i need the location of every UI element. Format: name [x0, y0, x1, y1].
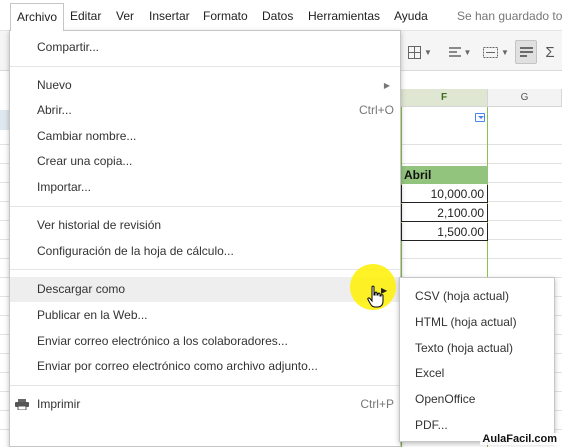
menu-item-enviar-adjunto[interactable]: Enviar por correo electrónico como archi…: [10, 354, 400, 379]
borders-button[interactable]: ▼: [406, 40, 434, 64]
filter-dropdown-icon[interactable]: [475, 113, 485, 122]
menu-item-configuracion[interactable]: Configuración de la hoja de cálculo...: [10, 239, 400, 264]
wrap-text-icon: [519, 46, 533, 57]
align-left-icon: [448, 47, 461, 57]
submenu-item-html[interactable]: HTML (hoja actual): [400, 309, 554, 335]
menu-item-label: Nuevo: [37, 78, 72, 92]
menu-item-shortcut: Ctrl+P: [360, 397, 394, 411]
menu-item-historial[interactable]: Ver historial de revisión: [10, 213, 400, 238]
align-button[interactable]: ▼: [446, 40, 474, 64]
download-as-submenu: CSV (hoja actual) HTML (hoja actual) Tex…: [399, 277, 555, 442]
menu-item-nuevo[interactable]: Nuevo ▶: [10, 73, 400, 98]
cell-value[interactable]: 2,100.00: [401, 204, 488, 222]
menu-separator: [10, 269, 400, 270]
menu-item-publicar[interactable]: Publicar en la Web...: [10, 303, 400, 328]
save-status: Se han guardado to: [457, 9, 562, 23]
submenu-arrow-icon: ▶: [381, 286, 388, 295]
submenu-item-excel[interactable]: Excel: [400, 360, 554, 386]
menu-item-label: Enviar por correo electrónico como archi…: [37, 359, 318, 373]
menu-herramientas[interactable]: Herramientas: [308, 7, 380, 25]
file-menu: Compartir... Nuevo ▶ Abrir... Ctrl+O Cam…: [9, 30, 401, 447]
column-header-f[interactable]: F: [401, 89, 488, 107]
menu-item-cambiar-nombre[interactable]: Cambiar nombre...: [10, 124, 400, 149]
menu-item-label: Crear una copia...: [37, 154, 133, 168]
menu-item-label: Compartir...: [37, 40, 100, 54]
menu-item-importar[interactable]: Importar...: [10, 175, 400, 200]
menu-item-enviar-colaboradores[interactable]: Enviar correo electrónico a los colabora…: [10, 329, 400, 354]
sum-button[interactable]: Σ: [541, 40, 559, 64]
menu-bar: Archivo Editar Ver Insertar Formato Dato…: [0, 0, 562, 31]
menu-item-label: Publicar en la Web...: [37, 308, 148, 322]
menu-item-label: Ver historial de revisión: [37, 218, 162, 232]
wrap-text-button[interactable]: [515, 40, 537, 64]
menu-item-label: Importar...: [37, 180, 92, 194]
menu-item-abrir[interactable]: Abrir... Ctrl+O: [10, 98, 400, 123]
printer-icon: [15, 399, 29, 410]
merge-cells-button[interactable]: ▼: [480, 40, 512, 64]
menu-item-label: Imprimir: [37, 397, 81, 411]
borders-icon: [408, 45, 422, 59]
menu-item-descargar-como[interactable]: Descargar como: [10, 277, 400, 302]
merge-cells-icon: [483, 46, 499, 58]
menu-separator: [10, 385, 400, 386]
column-header-g[interactable]: G: [488, 89, 562, 107]
menu-separator: [10, 66, 400, 67]
submenu-item-csv[interactable]: CSV (hoja actual): [400, 283, 554, 309]
chevron-down-icon: ▼: [501, 47, 509, 57]
menu-item-compartir[interactable]: Compartir...: [10, 35, 400, 60]
menu-formato[interactable]: Formato: [203, 7, 248, 25]
menu-item-label: Descargar como: [37, 282, 126, 296]
chevron-down-icon: ▼: [463, 47, 472, 57]
submenu-item-openoffice[interactable]: OpenOffice: [400, 386, 554, 412]
menu-insertar[interactable]: Insertar: [149, 7, 190, 25]
menu-separator: [10, 206, 400, 207]
menu-ver[interactable]: Ver: [116, 7, 134, 25]
menu-editar[interactable]: Editar: [70, 7, 101, 25]
cell-value[interactable]: 1,500.00: [401, 223, 488, 241]
watermark: AulaFacil.com: [480, 433, 559, 445]
menu-item-label: Abrir...: [37, 103, 72, 117]
menu-item-label: Cambiar nombre...: [37, 129, 137, 143]
menu-item-label: Enviar correo electrónico a los colabora…: [37, 334, 288, 348]
cell-abril-header[interactable]: Abril: [401, 166, 488, 184]
chevron-down-icon: ▼: [424, 47, 432, 57]
menu-item-label: Configuración de la hoja de cálculo...: [37, 244, 234, 258]
menu-ayuda[interactable]: Ayuda: [394, 7, 428, 25]
menu-archivo[interactable]: Archivo: [10, 3, 65, 31]
menu-item-crear-copia[interactable]: Crear una copia...: [10, 149, 400, 174]
menu-item-shortcut: Ctrl+O: [358, 103, 394, 117]
sum-icon: Σ: [545, 43, 555, 61]
menu-datos[interactable]: Datos: [262, 7, 293, 25]
submenu-arrow-icon: ▶: [383, 81, 390, 90]
submenu-item-texto[interactable]: Texto (hoja actual): [400, 335, 554, 361]
menu-item-imprimir[interactable]: Imprimir Ctrl+P: [10, 392, 400, 417]
cell-value[interactable]: 10,000.00: [401, 185, 488, 203]
